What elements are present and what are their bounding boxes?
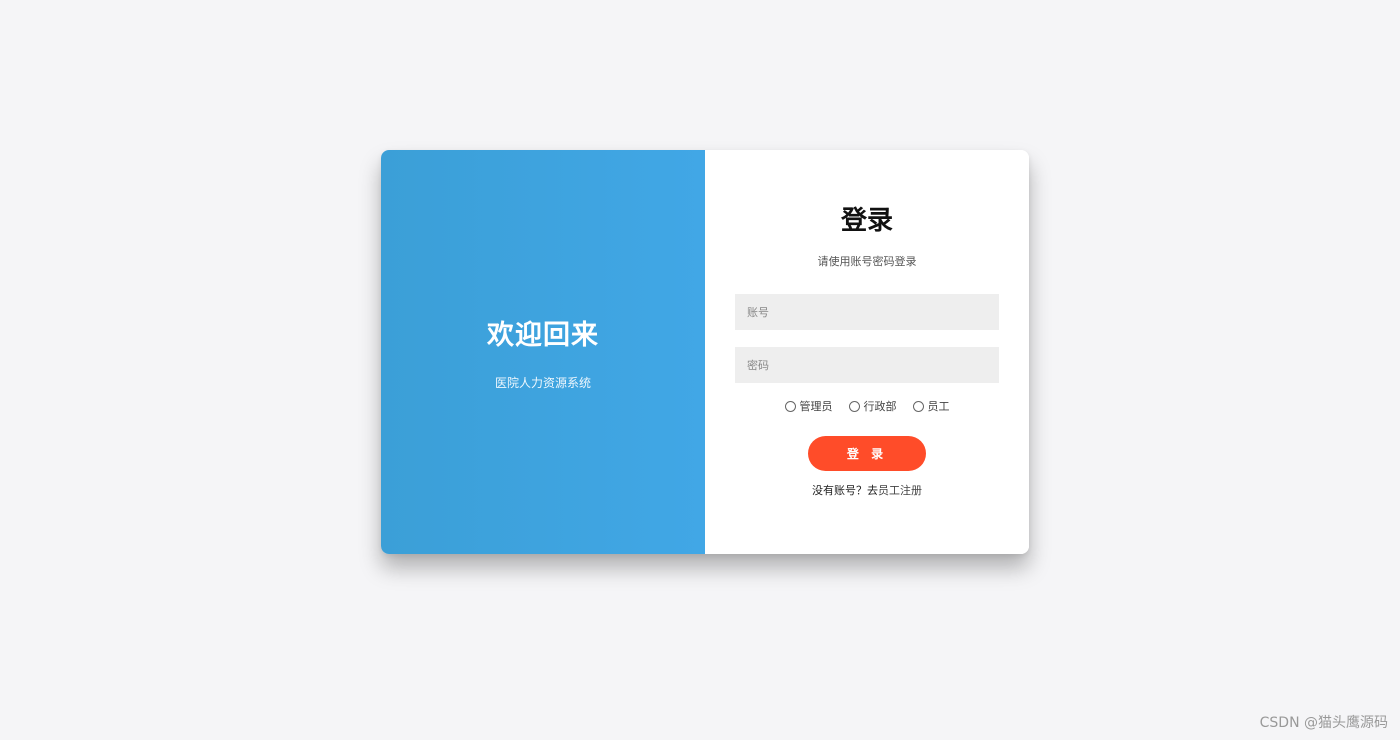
- role-option-admin[interactable]: 管理员: [784, 398, 833, 414]
- register-link[interactable]: 员工注册: [878, 484, 922, 497]
- welcome-title: 欢迎回来: [487, 320, 599, 351]
- register-prompt: 没有账号？去员工注册: [705, 482, 1029, 498]
- login-subtitle: 请使用账号密码登录: [817, 255, 917, 268]
- login-card: 欢迎回来 医院人力资源系统 登录 请使用账号密码登录 管理员 行政部 员工 登 …: [381, 150, 1029, 554]
- radio-icon[interactable]: [912, 400, 924, 412]
- role-label: 管理员: [799, 400, 833, 413]
- radio-icon[interactable]: [848, 400, 860, 412]
- role-option-admin-dept[interactable]: 行政部: [848, 398, 897, 414]
- watermark: CSDN @猫头鹰源码: [1259, 715, 1388, 731]
- system-name: 医院人力资源系统: [494, 376, 591, 390]
- role-option-employee[interactable]: 员工: [912, 398, 950, 414]
- account-input[interactable]: [735, 294, 999, 330]
- login-button[interactable]: 登 录: [808, 436, 926, 471]
- role-radio-group: 管理员 行政部 员工: [705, 398, 1029, 414]
- login-title: 登录: [840, 206, 893, 236]
- role-label: 行政部: [863, 400, 897, 413]
- password-input[interactable]: [735, 347, 999, 383]
- login-form-panel: 登录 请使用账号密码登录 管理员 行政部 员工 登 录 没有账号？去员工注册: [705, 150, 1029, 554]
- welcome-panel: 欢迎回来 医院人力资源系统: [381, 150, 705, 554]
- register-prompt-text: 没有账号？去: [812, 484, 878, 497]
- radio-icon[interactable]: [784, 400, 796, 412]
- role-label: 员工: [927, 400, 950, 413]
